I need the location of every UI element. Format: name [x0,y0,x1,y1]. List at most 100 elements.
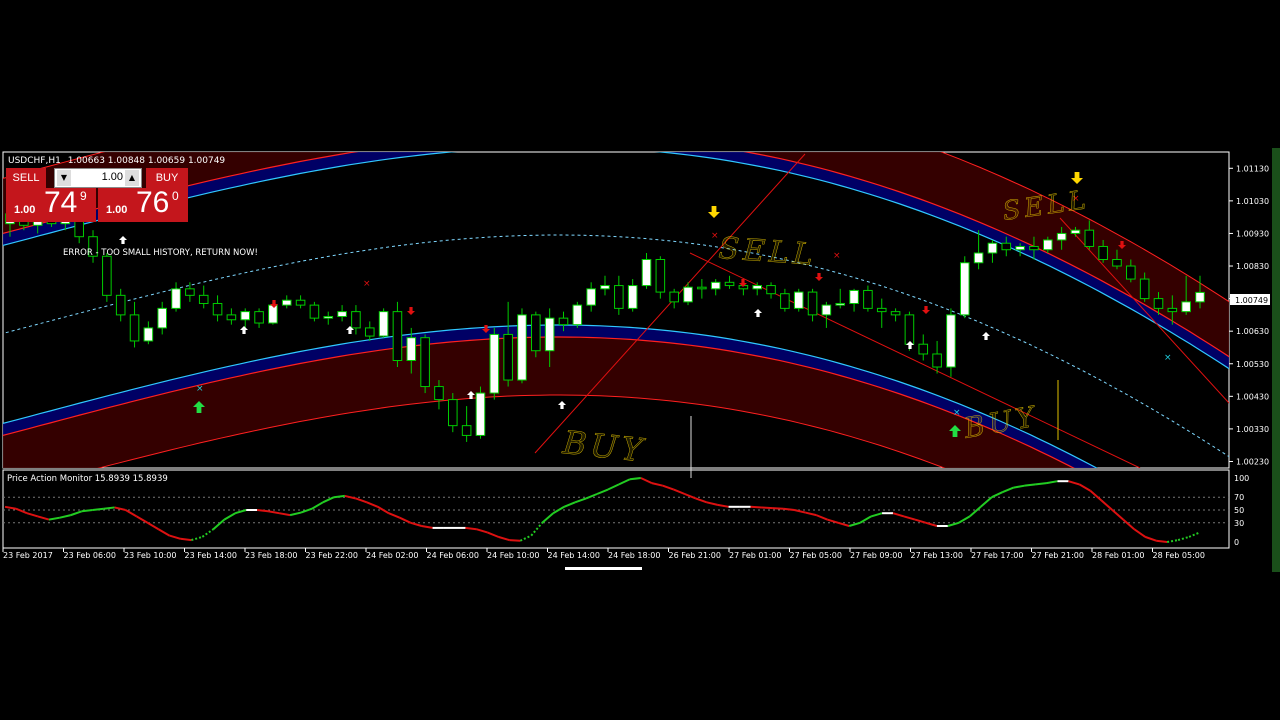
candle-body [987,242,998,254]
time-tick-label: 23 Feb 2017 [3,551,53,560]
candle-body [710,281,721,290]
candle [309,301,320,322]
osc-segment [629,477,641,481]
candle-body [1043,239,1053,251]
ohlc-text: 1.00663 1.00848 1.00659 1.00749 [68,156,226,166]
candle [531,311,541,358]
candle-body [793,291,804,309]
candle-body [876,307,887,313]
candle-body [780,293,790,309]
candle-body [378,311,389,337]
candle-body [1084,229,1095,247]
candle-body [351,311,361,329]
candle-body [420,337,430,388]
candle-body [198,294,209,304]
candle [102,252,112,302]
time-tick-label: 24 Feb 06:00 [427,551,479,560]
candle-body [448,399,458,427]
sell-price-box[interactable]: 1.00 74 9 [6,186,96,222]
buy-button[interactable]: BUY [146,168,188,188]
time-tick-label: 27 Feb 05:00 [790,551,842,560]
sell-button[interactable]: SELL [6,168,46,188]
candle-body [226,314,237,321]
candle-body [337,311,347,318]
candle-body [461,425,472,436]
osc-tick-label: 70 [1234,493,1244,502]
candle-body [863,289,873,309]
candle-body [807,291,818,316]
osc-segment [92,507,104,511]
candle-body [115,294,126,316]
candle-body [849,289,859,304]
buy-lots: 1.00 [106,204,128,216]
candle-body [295,299,306,306]
candle [517,308,527,384]
candle-body [392,311,403,361]
time-tick-label: 23 Feb 14:00 [185,551,237,560]
osc-segment [333,494,345,499]
candle-body [1029,245,1039,251]
time-tick-label: 27 Feb 13:00 [911,551,963,560]
candle-body [904,314,915,345]
lots-input[interactable]: ▼ 1.00 ▲ [54,168,142,188]
price-tick-label: 1.00530 [1236,360,1269,369]
candle-body [185,288,195,296]
price-tick-label: 1.01030 [1236,197,1269,206]
cross-marker-icon: × [711,231,719,241]
candle-body [572,304,583,326]
price-tick-label: 1.00630 [1236,327,1269,336]
osc-segment [1156,539,1168,543]
candle-body [434,386,444,401]
candle-body [129,314,140,342]
time-tick-label: 28 Feb 01:00 [1092,551,1144,560]
candle-body [143,327,154,342]
sell-price-big: 74 [44,186,78,219]
candle-body [1098,245,1108,261]
time-tick-label: 23 Feb 22:00 [306,551,358,560]
candle-body [918,343,929,355]
candle-body [489,333,500,394]
right-scrollbar[interactable] [1272,148,1280,572]
buy-price-box[interactable]: 1.00 76 0 [98,186,188,222]
candle-body [724,281,735,287]
time-tick-label: 23 Feb 06:00 [64,551,116,560]
chart-canvas[interactable]: ××××××× SELLSELLBUYBUY 1.011301.010301.0… [0,148,1280,572]
time-tick-label: 24 Feb 02:00 [366,551,418,560]
osc-tick-label: 50 [1234,506,1244,515]
candle-body [1056,232,1067,241]
candle-body [627,285,638,309]
price-tick-label: 1.00930 [1236,229,1269,238]
candle-body [1001,242,1012,251]
candle-body [655,259,666,293]
candle-body [323,316,334,319]
candle-body [973,252,984,264]
time-tick-label: 23 Feb 18:00 [245,551,297,560]
candle-body [1181,301,1191,313]
buy-price-sup: 0 [172,189,179,203]
candle-body [946,314,956,368]
candle-body [364,327,375,337]
candle-body [268,304,278,324]
error-message: ERROR - TOO SMALL HISTORY, RETURN NOW! [63,248,258,258]
time-tick-label: 27 Feb 01:00 [729,551,781,560]
osc-segment [1024,483,1036,487]
candle-body [890,311,901,316]
time-tick-label: 24 Feb 18:00 [608,551,660,560]
candle [655,256,666,299]
osc-segment [750,505,762,509]
candle-body [932,353,942,368]
lots-decrease-icon[interactable]: ▼ [57,170,71,186]
candle-body [254,311,264,324]
osc-tick-label: 30 [1234,519,1244,528]
candle-body [281,299,292,306]
candle-body [531,314,541,352]
candle-body [1112,259,1122,267]
candle-body [157,307,167,329]
current-price-tag: 1.00749 [1230,294,1270,305]
handwritten-sell-1: SELL [717,231,817,273]
candle-body [766,285,776,295]
time-tick-label: 27 Feb 09:00 [850,551,902,560]
time-tick-label: 27 Feb 17:00 [971,551,1023,560]
osc-segment [180,537,192,542]
lots-increase-icon[interactable]: ▲ [125,170,139,186]
